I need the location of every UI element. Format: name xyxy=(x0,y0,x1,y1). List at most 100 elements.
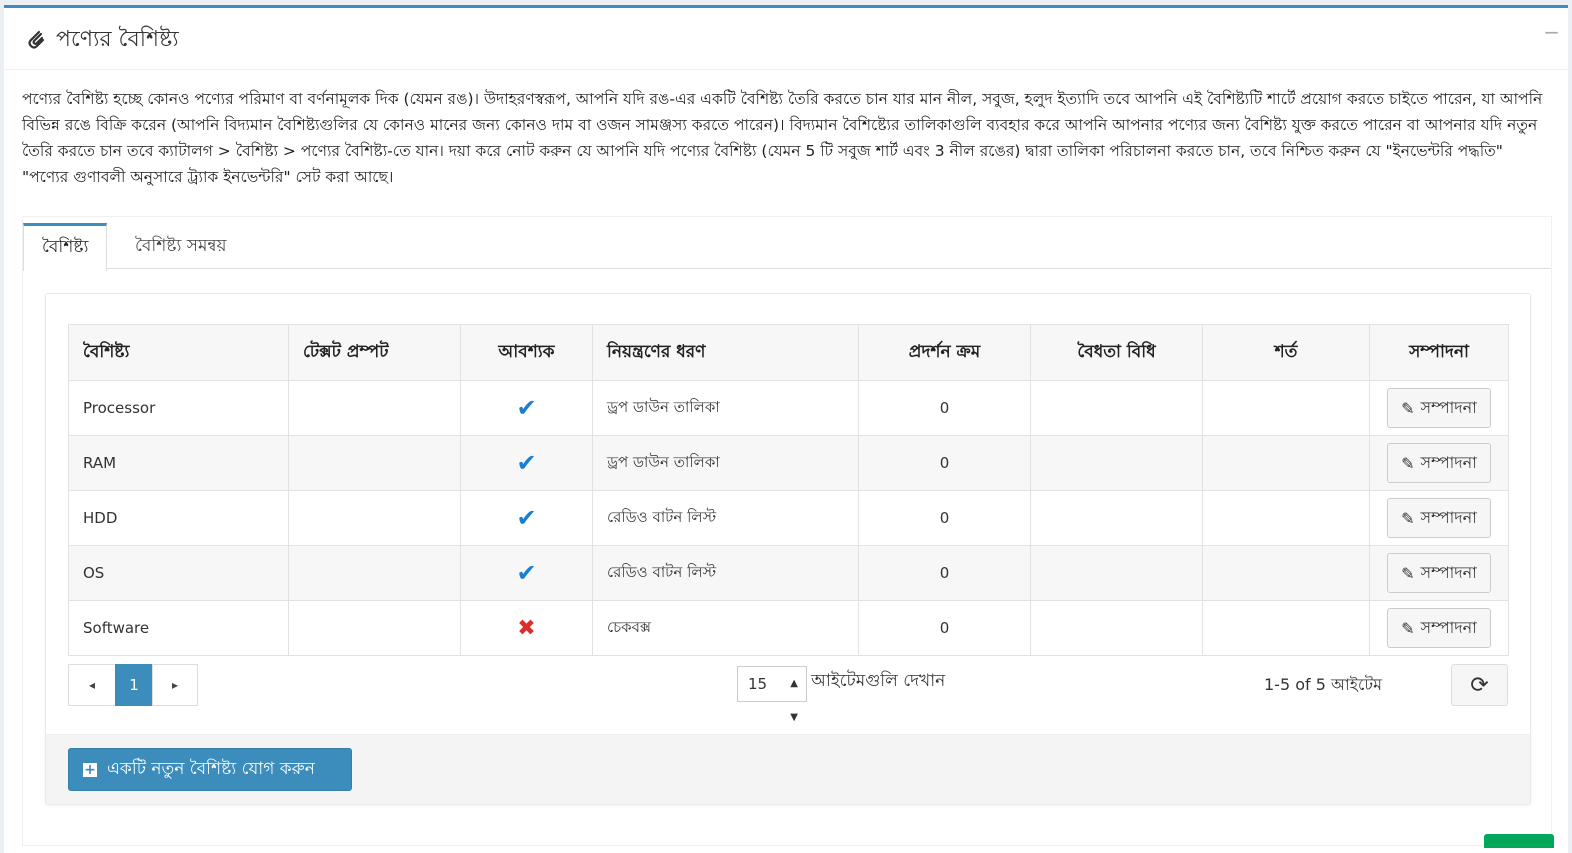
tabs-container: বৈশিষ্ট্য বৈশিষ্ট্য সমন্বয় বৈশিষ্ট্য টে… xyxy=(22,216,1552,846)
table-header-row: বৈশিষ্ট্য টেক্সট প্রম্পট আবশ্যক নিয়ন্ত্… xyxy=(68,324,1509,381)
validation-rules-cell xyxy=(1030,545,1203,601)
display-order-cell: 0 xyxy=(858,545,1031,601)
validation-rules-cell xyxy=(1030,380,1203,436)
check-icon: ✔ xyxy=(516,559,537,587)
edit-button-label: সম্পাদনা xyxy=(1420,397,1477,417)
pencil-icon: ✎ xyxy=(1401,453,1415,473)
condition-cell xyxy=(1202,490,1370,546)
pencil-icon: ✎ xyxy=(1401,508,1415,528)
edit-cell: ✎ সম্পাদনা xyxy=(1369,490,1509,546)
pencil-icon: ✎ xyxy=(1401,398,1415,418)
check-icon: ✔ xyxy=(516,504,537,532)
required-cell: ✔ xyxy=(460,435,593,491)
edit-button-label: সম্পাদনা xyxy=(1420,507,1477,527)
control-type-cell: রেডিও বাটন লিস্ট xyxy=(592,545,859,601)
column-header[interactable]: আবশ্যক xyxy=(460,324,593,381)
table-row: Software ✖ চেকবক্স 0 ✎ সম্পাদনা xyxy=(68,600,1509,656)
tab-bar: বৈশিষ্ট্য বৈশিষ্ট্য সমন্বয় xyxy=(23,217,1551,271)
page-number-button[interactable]: 1 xyxy=(115,664,153,706)
attribute-cell: HDD xyxy=(68,490,289,546)
panel-footer: + একটি নতুন বৈশিষ্ট্য যোগ করুন xyxy=(46,734,1530,804)
table-row: OS ✔ রেডিও বাটন লিস্ট 0 ✎ সম্পাদনা xyxy=(68,545,1509,601)
attribute-cell: Software xyxy=(68,600,289,656)
edit-button-label: সম্পাদনা xyxy=(1420,617,1477,637)
add-attribute-label: একটি নতুন বৈশিষ্ট্য যোগ করুন xyxy=(107,758,315,779)
prev-page-button[interactable]: ◂ xyxy=(68,664,116,706)
tab-attribute-combinations[interactable]: বৈশিষ্ট্য সমন্বয় xyxy=(117,223,245,270)
edit-button[interactable]: ✎ সম্পাদনা xyxy=(1387,388,1491,428)
paperclip-icon xyxy=(28,30,45,49)
validation-rules-cell xyxy=(1030,435,1203,491)
save-button-partial[interactable] xyxy=(1484,834,1554,848)
display-order-cell: 0 xyxy=(858,600,1031,656)
edit-cell: ✎ সম্পাদনা xyxy=(1369,600,1509,656)
edit-button[interactable]: ✎ সম্পাদনা xyxy=(1387,553,1491,593)
table-row: HDD ✔ রেডিও বাটন লিস্ট 0 ✎ সম্পাদনা xyxy=(68,490,1509,546)
column-header[interactable]: শর্ত xyxy=(1202,324,1370,381)
attribute-cell: OS xyxy=(68,545,289,601)
control-type-cell: ড্রপ ডাউন তালিকা xyxy=(592,380,859,436)
attribute-cell: RAM xyxy=(68,435,289,491)
condition-cell xyxy=(1202,435,1370,491)
required-cell: ✔ xyxy=(460,545,593,601)
pencil-icon: ✎ xyxy=(1401,618,1415,638)
collapse-button[interactable]: − xyxy=(1543,20,1560,44)
edit-cell: ✎ সম্পাদনা xyxy=(1369,380,1509,436)
control-type-cell: রেডিও বাটন লিস্ট xyxy=(592,490,859,546)
edit-button[interactable]: ✎ সম্পাদনা xyxy=(1387,443,1491,483)
display-order-cell: 0 xyxy=(858,435,1031,491)
refresh-button[interactable]: ⟳ xyxy=(1451,664,1508,706)
cross-icon: ✖ xyxy=(517,615,536,641)
pager-bar: ◂ 1 ▸ 15 ▲ ▼ আইটেমগুলি দেখান 1-5 of 5 আইট… xyxy=(68,664,1508,723)
display-order-cell: 0 xyxy=(858,490,1031,546)
check-icon: ✔ xyxy=(516,394,537,422)
page-size-select[interactable]: 15 ▲ ▼ xyxy=(737,666,807,723)
page-size-value: 15 xyxy=(748,675,768,693)
condition-cell xyxy=(1202,545,1370,601)
pencil-icon: ✎ xyxy=(1401,563,1415,583)
plus-square-icon: + xyxy=(83,761,97,778)
items-info: 1-5 of 5 আইটেম xyxy=(1264,675,1383,694)
text-prompt-cell xyxy=(288,380,461,436)
column-header[interactable]: সম্পাদনা xyxy=(1369,324,1509,381)
edit-button[interactable]: ✎ সম্পাদনা xyxy=(1387,498,1491,538)
column-header[interactable]: টেক্সট প্রম্পট xyxy=(288,324,461,381)
text-prompt-cell xyxy=(288,490,461,546)
validation-rules-cell xyxy=(1030,490,1203,546)
table-row: Processor ✔ ড্রপ ডাউন তালিকা 0 ✎ সম্পাদনা xyxy=(68,380,1509,436)
edit-button-label: সম্পাদনা xyxy=(1420,452,1477,472)
card-header: পণ্যের বৈশিষ্ট্য − xyxy=(4,8,1568,70)
page-title: পণ্যের বৈশিষ্ট্য xyxy=(56,27,179,52)
required-cell: ✔ xyxy=(460,380,593,436)
control-type-cell: চেকবক্স xyxy=(592,600,859,656)
attributes-panel: বৈশিষ্ট্য টেক্সট প্রম্পট আবশ্যক নিয়ন্ত্… xyxy=(45,293,1531,805)
table-row: RAM ✔ ড্রপ ডাউন তালিকা 0 ✎ সম্পাদনা xyxy=(68,435,1509,491)
check-icon: ✔ xyxy=(516,449,537,477)
edit-cell: ✎ সম্পাদনা xyxy=(1369,545,1509,601)
validation-rules-cell xyxy=(1030,600,1203,656)
edit-button[interactable]: ✎ সম্পাদনা xyxy=(1387,608,1491,648)
column-header[interactable]: বৈশিষ্ট্য xyxy=(68,324,289,381)
refresh-icon: ⟳ xyxy=(1470,672,1489,698)
add-attribute-button[interactable]: + একটি নতুন বৈশিষ্ট্য যোগ করুন xyxy=(68,748,352,791)
condition-cell xyxy=(1202,380,1370,436)
description-text: পণ্যের বৈশিষ্ট্য হচ্ছে কোনও পণ্যের পরিমা… xyxy=(22,90,1543,186)
control-type-cell: ড্রপ ডাউন তালিকা xyxy=(592,435,859,491)
required-cell: ✔ xyxy=(460,490,593,546)
condition-cell xyxy=(1202,600,1370,656)
edit-button-label: সম্পাদনা xyxy=(1420,562,1477,582)
next-page-button[interactable]: ▸ xyxy=(152,664,198,706)
text-prompt-cell xyxy=(288,545,461,601)
select-arrows-icon: ▲ ▼ xyxy=(790,678,798,723)
attributes-table: বৈশিষ্ট্য টেক্সট প্রম্পট আবশ্যক নিয়ন্ত্… xyxy=(68,324,1509,656)
required-cell: ✖ xyxy=(460,600,593,656)
column-header[interactable]: নিয়ন্ত্রণের ধরণ xyxy=(592,324,859,381)
column-header[interactable]: প্রদর্শন ক্রম xyxy=(858,324,1031,381)
display-order-cell: 0 xyxy=(858,380,1031,436)
text-prompt-cell xyxy=(288,435,461,491)
column-header[interactable]: বৈধতা বিধি xyxy=(1030,324,1203,381)
tab-attributes[interactable]: বৈশিষ্ট্য xyxy=(23,223,108,271)
attribute-cell: Processor xyxy=(68,380,289,436)
page-size-label: আইটেমগুলি দেখান xyxy=(811,671,946,691)
edit-cell: ✎ সম্পাদনা xyxy=(1369,435,1509,491)
